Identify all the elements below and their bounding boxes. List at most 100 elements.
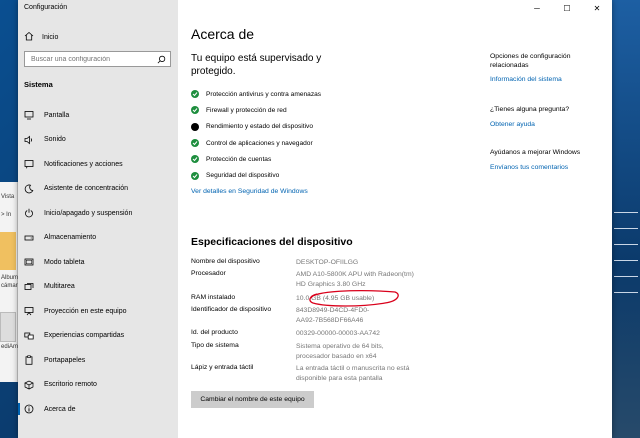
feedback-link[interactable]: Envíanos tus comentarios	[490, 163, 608, 172]
check-icon	[191, 155, 199, 164]
maximize-button[interactable]: ☐	[552, 0, 582, 16]
sidebar-item-label: Notificaciones y acciones	[44, 160, 123, 168]
background-window-right	[612, 0, 640, 438]
spec-value: Sistema operativo de 64 bits,	[296, 343, 384, 350]
projection-icon	[24, 306, 34, 316]
status-dot-icon	[191, 122, 199, 131]
spec-value: DESKTOP-OFIILGG	[296, 259, 359, 266]
sidebar-item-inicio-apagado[interactable]: Inicio/apagado y suspensión	[18, 201, 178, 226]
sidebar-item-label: Multitarea	[44, 283, 75, 291]
spec-label: Nombre del dispositivo	[191, 258, 260, 265]
sidebar-item-modo-tableta[interactable]: Modo tableta	[18, 250, 178, 275]
settings-window: Configuración Inicio Sistema Pantalla So…	[18, 0, 612, 438]
tablet-icon	[24, 257, 34, 267]
get-help-link[interactable]: Obtener ayuda	[490, 120, 608, 129]
sidebar-item-pantalla[interactable]: Pantalla	[18, 103, 178, 128]
sidebar-item-notificaciones[interactable]: Notificaciones y acciones	[18, 152, 178, 177]
related-settings-panel: Opciones de configuración relacionadas I…	[490, 52, 608, 172]
ghost-caption: Álbum cámar	[1, 275, 18, 289]
check-icon	[191, 171, 199, 180]
spec-label: Identificador de dispositivo	[191, 306, 272, 313]
spec-value: procesador basado en x64	[296, 352, 377, 360]
improve-title: Ayúdanos a mejorar Windows	[490, 149, 581, 156]
rename-pc-button[interactable]: Cambiar el nombre de este equipo	[191, 391, 314, 408]
image-thumbnail	[0, 312, 16, 342]
info-icon	[24, 404, 34, 414]
sidebar-item-label: Acerca de	[44, 405, 76, 413]
sidebar-item-label: Asistente de concentración	[44, 185, 129, 193]
sidebar-item-label: Proyección en este equipo	[44, 307, 127, 315]
security-item-label: Protección de cuentas	[206, 155, 272, 163]
spec-label: Lápiz y entrada táctil	[191, 364, 254, 371]
security-item: Rendimiento y estado del dispositivo	[191, 119, 321, 135]
home-icon	[24, 28, 34, 46]
search-box[interactable]	[24, 51, 171, 67]
spec-value: 00329-00000-00003-AA742	[296, 330, 380, 337]
close-button[interactable]: ✕	[582, 0, 612, 16]
security-item-label: Control de aplicaciones y navegador	[206, 139, 313, 147]
spec-label: Tipo de sistema	[191, 342, 239, 349]
main-content: ─ ☐ ✕ Acerca de Tu equipo está supervisa…	[178, 0, 612, 438]
security-item: Firewall y protección de red	[191, 102, 321, 118]
sidebar-item-label: Escritorio remoto	[44, 381, 97, 389]
spec-value: disponible para esta pantalla	[296, 374, 383, 382]
sidebar-item-almacenamiento[interactable]: Almacenamiento	[18, 226, 178, 251]
check-icon	[191, 139, 199, 148]
multitask-icon	[24, 282, 34, 292]
sidebar-item-label: Modo tableta	[44, 258, 85, 266]
security-item-label: Rendimiento y estado del dispositivo	[206, 123, 314, 131]
sidebar-nav: Pantalla Sonido Notificaciones y accione…	[18, 103, 178, 422]
monitor-icon	[24, 110, 34, 120]
search-input[interactable]	[31, 55, 155, 63]
sidebar-item-multitarea[interactable]: Multitarea	[18, 275, 178, 300]
minimize-button[interactable]: ─	[522, 0, 552, 16]
spec-label: Id. del producto	[191, 329, 238, 336]
spec-value: AA92-7B568DF66A46	[296, 316, 364, 324]
spec-value: AMD A10-5800K APU with Radeon(tm)	[296, 271, 414, 278]
security-item: Seguridad del dispositivo	[191, 167, 321, 183]
sidebar-item-sonido[interactable]: Sonido	[18, 128, 178, 153]
spec-label: Procesador	[191, 270, 226, 277]
specs-heading: Especificaciones del dispositivo	[191, 236, 353, 248]
security-item: Control de aplicaciones y navegador	[191, 135, 321, 151]
window-controls: ─ ☐ ✕	[522, 0, 612, 16]
spec-label: RAM instalado	[191, 294, 236, 301]
moon-icon	[24, 184, 34, 194]
check-icon	[191, 106, 199, 115]
sidebar: Configuración Inicio Sistema Pantalla So…	[18, 0, 178, 438]
sidebar-item-label: Almacenamiento	[44, 234, 97, 242]
sidebar-item-acerca-de[interactable]: Acerca de	[18, 397, 178, 422]
sidebar-item-experiencias[interactable]: Experiencias compartidas	[18, 324, 178, 349]
security-item: Protección antivirus y contra amenazas	[191, 86, 321, 102]
security-item-label: Firewall y protección de red	[206, 106, 287, 114]
nav-home[interactable]: Inicio	[18, 28, 178, 46]
sidebar-item-label: Pantalla	[44, 111, 70, 119]
sidebar-item-label: Sonido	[44, 136, 66, 144]
related-settings-title: Opciones de configuración relacionadas	[490, 53, 571, 69]
supervised-heading: Tu equipo está supervisado y protegido.	[191, 53, 322, 77]
sidebar-item-label: Experiencias compartidas	[44, 332, 125, 340]
sidebar-item-concentracion[interactable]: Asistente de concentración	[18, 177, 178, 202]
notification-icon	[24, 159, 34, 169]
sidebar-item-escritorio-remoto[interactable]: Escritorio remoto	[18, 373, 178, 398]
system-info-link[interactable]: Información del sistema	[490, 75, 608, 84]
question-title: ¿Tienes alguna pregunta?	[490, 106, 570, 113]
security-item-label: Seguridad del dispositivo	[206, 172, 280, 180]
red-ellipse-annotation	[309, 290, 399, 307]
security-item-label: Protección antivirus y contra amenazas	[206, 90, 322, 98]
search-icon[interactable]	[157, 55, 166, 64]
background-window: Vista > In Álbum cámar ediAm	[0, 182, 18, 382]
security-details-link[interactable]: Ver detalles en Seguridad de Windows	[191, 188, 308, 195]
nav-home-label: Inicio	[42, 33, 59, 41]
power-icon	[24, 208, 34, 218]
security-status-list: Protección antivirus y contra amenazas F…	[191, 86, 321, 184]
sidebar-item-proyeccion[interactable]: Proyección en este equipo	[18, 299, 178, 324]
ghost-caption: ediAm	[1, 344, 19, 350]
clipboard-icon	[24, 355, 34, 365]
ghost-text: Vista	[1, 194, 15, 200]
page-title: Acerca de	[191, 26, 255, 42]
section-title: Sistema	[24, 80, 53, 89]
ghost-text: > In	[1, 212, 12, 218]
shared-icon	[24, 331, 34, 341]
sidebar-item-portapapeles[interactable]: Portapapeles	[18, 348, 178, 373]
